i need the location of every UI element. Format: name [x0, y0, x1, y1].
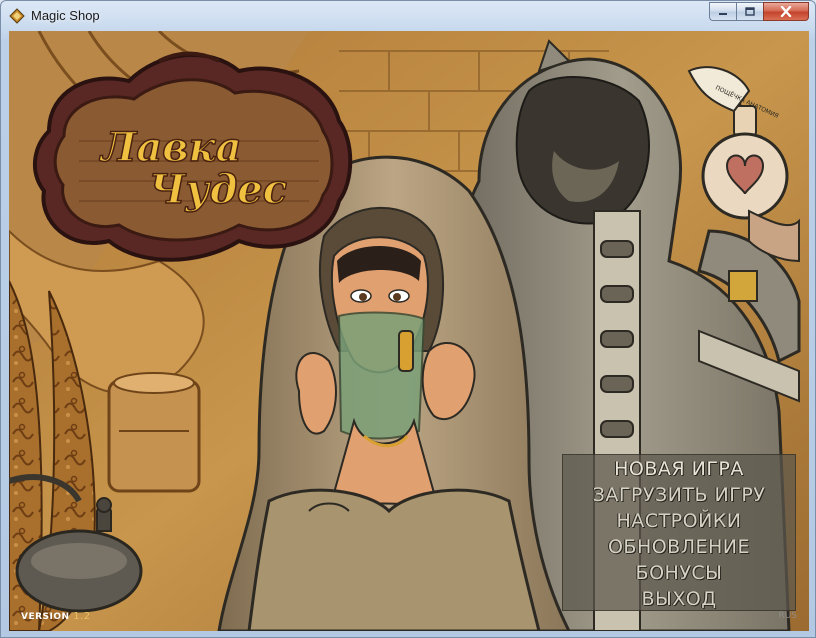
close-icon: [780, 6, 792, 17]
maximize-button[interactable]: [736, 2, 763, 21]
menu-load-game-button[interactable]: ЗАГРУЗИТЬ ИГРУ: [562, 482, 796, 508]
window-title: Magic Shop: [31, 8, 100, 23]
title-bar[interactable]: Magic Shop: [1, 1, 815, 31]
logo-line-1: Лавка: [99, 124, 242, 171]
minimize-button[interactable]: [709, 2, 736, 21]
game-logo: Лавка Чудес: [32, 51, 353, 262]
logo-line-2: Чудес: [149, 166, 287, 213]
language-indicator: RUS: [778, 611, 797, 621]
close-button[interactable]: [763, 2, 809, 21]
menu-new-game-button[interactable]: НОВАЯ ИГРА: [562, 456, 796, 482]
menu-bonuses-button[interactable]: БОНУСЫ: [562, 560, 796, 586]
menu-settings-button[interactable]: НАСТРОЙКИ: [562, 508, 796, 534]
maximize-icon: [745, 7, 755, 16]
menu-exit-button[interactable]: ВЫХОД: [562, 586, 796, 612]
version-text: VERSION: [21, 612, 70, 622]
game-viewport: ПОЩЁЧКА АНАТОМИЯ Лавка Чудес НОВАЯ ИГРА …: [9, 31, 809, 631]
app-window: Magic Shop ПОЩЁЧКА АНАТОМИЯ Лавка Чудес …: [0, 0, 816, 638]
magic-shop-app-icon: [9, 8, 25, 24]
version-label: VERSION 1.2: [21, 611, 91, 622]
shelf-jars: [107, 372, 201, 493]
version-number: 1.2: [73, 611, 91, 622]
main-menu: НОВАЯ ИГРА ЗАГРУЗИТЬ ИГРУ НАСТРОЙКИ ОБНО…: [562, 456, 796, 612]
menu-update-button[interactable]: ОБНОВЛЕНИЕ: [562, 534, 796, 560]
minimize-icon: [719, 12, 727, 15]
window-controls: [709, 2, 809, 22]
